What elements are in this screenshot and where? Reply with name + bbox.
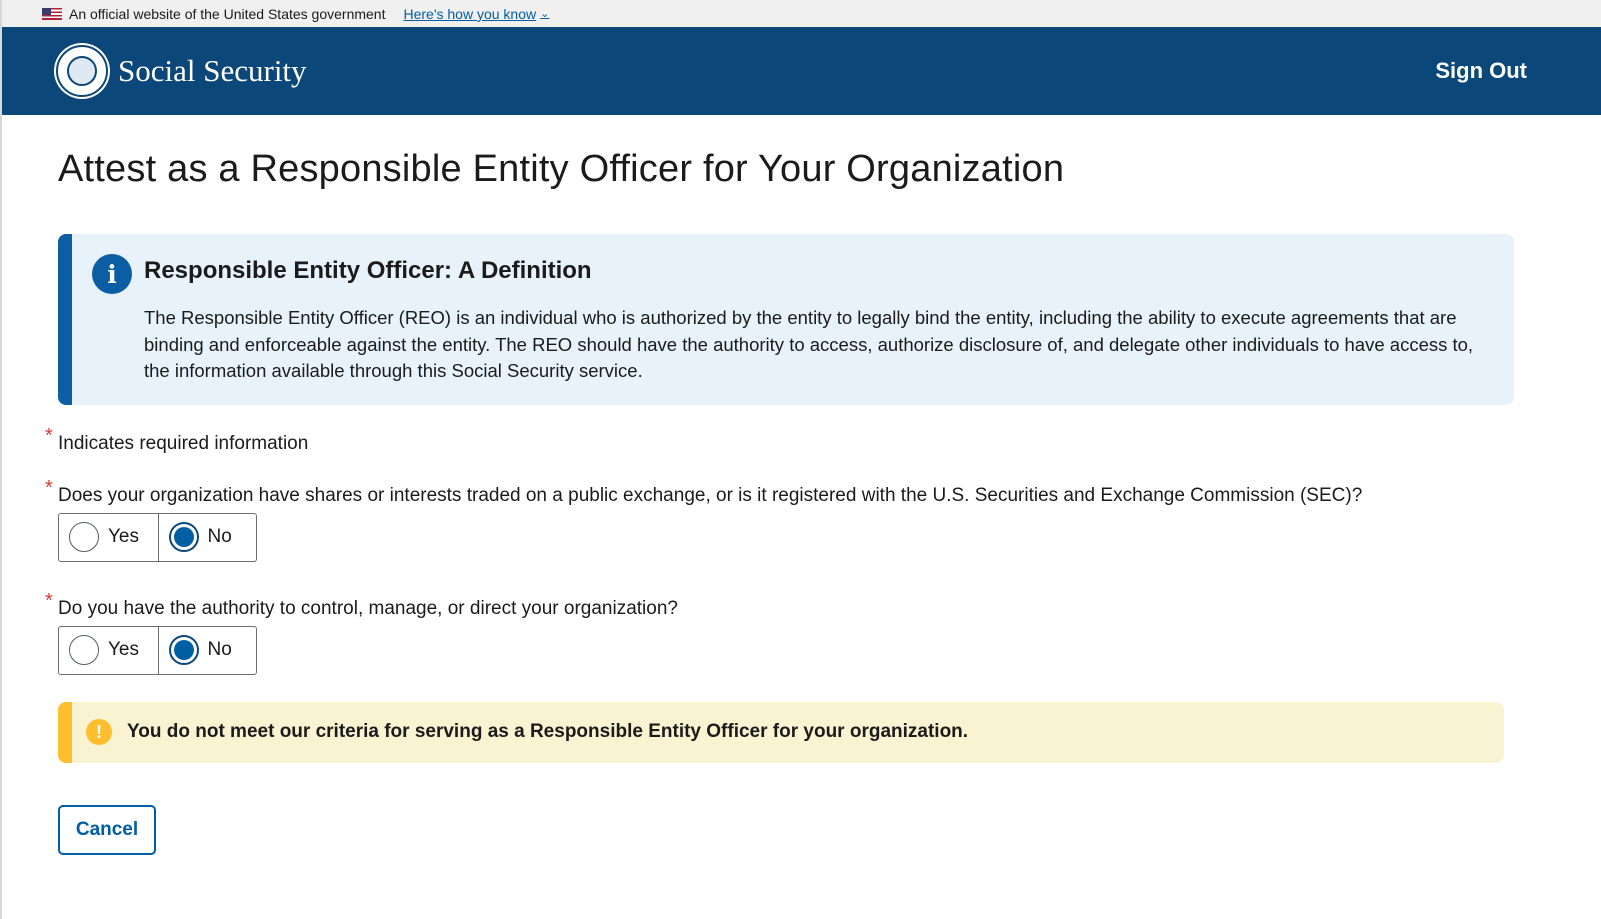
heres-how-you-know-label[interactable]: Here's how you know	[403, 6, 536, 22]
radio-label[interactable]: No	[208, 526, 232, 548]
brand-name[interactable]: Social Security	[118, 53, 307, 89]
required-asterisk: *	[45, 589, 53, 612]
heres-how-you-know-link[interactable]: Here's how you know ⌄	[403, 6, 549, 22]
info-alert-body: The Responsible Entity Officer (REO) is …	[144, 307, 1474, 381]
radio-option-no[interactable]: No	[157, 513, 257, 561]
radio-option-yes[interactable]: Yes	[59, 514, 158, 561]
required-info-note: * Indicates required information	[45, 425, 1511, 455]
gov-banner-text: An official website of the United States…	[69, 5, 386, 22]
info-alert-heading: Responsible Entity Officer: A Definition	[144, 257, 592, 284]
page: An official website of the United States…	[0, 0, 1601, 919]
radio-button-checked[interactable]	[168, 522, 199, 552]
radio-button-unchecked[interactable]	[69, 635, 99, 665]
radio-option-yes[interactable]: Yes	[59, 627, 158, 674]
page-title: Attest as a Responsible Entity Officer f…	[58, 148, 1065, 190]
radio-label[interactable]: Yes	[108, 526, 139, 548]
radio-group-sec: Yes No	[58, 512, 257, 562]
radio-button-unchecked[interactable]	[69, 522, 99, 552]
sign-out-link[interactable]: Sign Out	[1435, 58, 1527, 84]
question-sec-registration: * Does your organization have shares or …	[45, 477, 1511, 562]
required-asterisk: *	[45, 424, 53, 447]
required-asterisk: *	[45, 476, 53, 499]
required-info-text: Indicates required information	[58, 432, 309, 454]
radio-group-authority: Yes No	[58, 625, 257, 675]
radio-label[interactable]: No	[208, 639, 232, 661]
info-icon: i	[92, 254, 132, 294]
us-flag-icon	[42, 7, 62, 20]
info-alert: i Responsible Entity Officer: A Definiti…	[58, 234, 1514, 405]
brand-logo-link[interactable]: Social Security	[56, 45, 307, 97]
gov-banner: An official website of the United States…	[2, 0, 1601, 27]
question-label: Does your organization have shares or in…	[58, 484, 1363, 506]
warning-icon: !	[86, 719, 112, 745]
cancel-button[interactable]: Cancel	[58, 804, 156, 855]
warning-alert-text: You do not meet our criteria for serving…	[127, 721, 969, 742]
main-content: Attest as a Responsible Entity Officer f…	[2, 148, 1601, 855]
chevron-down-icon[interactable]: ⌄	[540, 7, 549, 20]
site-header: Social Security Sign Out	[2, 27, 1601, 115]
warning-alert: ! You do not meet our criteria for servi…	[58, 701, 1504, 763]
radio-option-no[interactable]: No	[157, 626, 257, 674]
ssa-seal-icon	[56, 45, 108, 97]
radio-button-checked[interactable]	[168, 635, 199, 665]
question-label: Do you have the authority to control, ma…	[58, 597, 678, 619]
question-authority: * Do you have the authority to control, …	[45, 590, 1511, 675]
radio-label[interactable]: Yes	[108, 639, 139, 661]
